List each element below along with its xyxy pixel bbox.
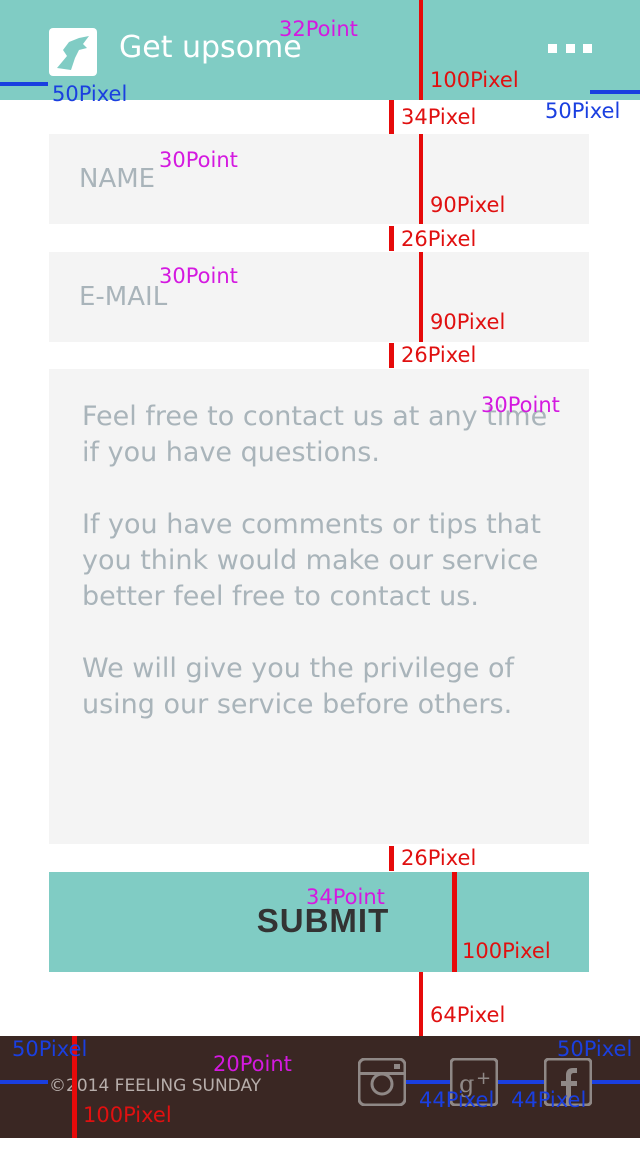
copyright-text: ©2014 FEELING SUNDAY xyxy=(49,1076,262,1096)
more-dots-icon[interactable] xyxy=(548,44,592,54)
measure-line xyxy=(389,226,394,251)
measure-line xyxy=(389,343,394,368)
email-field[interactable]: E-MAIL xyxy=(49,252,589,342)
app-title: Get upsome xyxy=(119,30,302,65)
submit-label: SUBMIT xyxy=(256,902,390,939)
annotation-label: 64Pixel xyxy=(430,1003,506,1027)
name-field[interactable]: NAME xyxy=(49,134,589,224)
email-placeholder: E-MAIL xyxy=(79,282,168,312)
app-header: Get upsome xyxy=(0,0,640,100)
measure-line xyxy=(389,100,394,134)
footer: ©2014 FEELING SUNDAY g + xyxy=(0,1036,640,1138)
bird-logo-icon[interactable] xyxy=(49,28,97,76)
menu-dot xyxy=(583,44,592,53)
instagram-icon[interactable] xyxy=(357,1057,407,1107)
message-textarea[interactable]: Feel free to contact us at any time if y… xyxy=(49,369,589,844)
message-paragraph: We will give you the privilege of using … xyxy=(82,653,515,720)
menu-dot xyxy=(548,44,557,53)
svg-text:g: g xyxy=(459,1070,474,1098)
measure-line xyxy=(419,972,423,1036)
annotation-label: 26Pixel xyxy=(401,343,477,367)
message-paragraph: Feel free to contact us at any time if y… xyxy=(82,401,548,468)
measure-line xyxy=(389,846,394,871)
message-paragraph: If you have comments or tips that you th… xyxy=(82,509,541,612)
submit-button[interactable]: SUBMIT xyxy=(49,872,589,972)
annotation-label: 34Pixel xyxy=(401,105,477,129)
name-placeholder: NAME xyxy=(79,164,156,194)
google-plus-icon[interactable]: g + xyxy=(449,1057,499,1107)
annotation-label: 26Pixel xyxy=(401,227,477,251)
menu-dot xyxy=(565,44,575,53)
svg-text:+: + xyxy=(476,1068,491,1089)
message-placeholder: Feel free to contact us at any time if y… xyxy=(82,399,572,759)
facebook-icon[interactable] xyxy=(543,1057,593,1107)
annotation-label: 26Pixel xyxy=(401,846,477,870)
annotation-label: 50Pixel xyxy=(545,99,621,123)
